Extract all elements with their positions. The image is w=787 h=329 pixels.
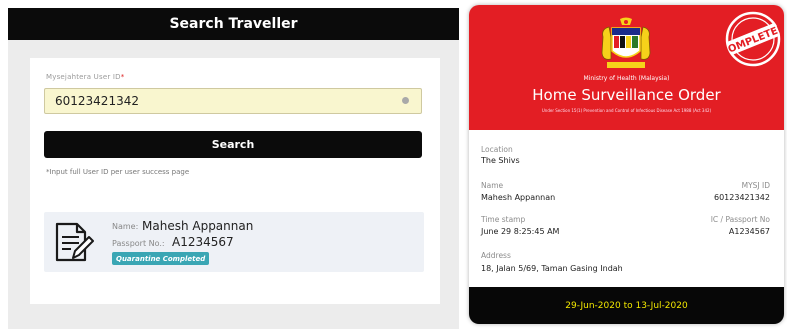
timestamp-label: Time stamp: [481, 215, 526, 224]
completed-stamp: COMPLETED: [724, 11, 782, 67]
user-id-label: Mysejahtera User ID*: [46, 73, 125, 81]
home-surveillance-order-card: COMPLETED Ministry of Health (Malaysia) …: [469, 5, 784, 324]
result-name-value: Mahesh Appannan: [142, 219, 254, 233]
mysj-id-label: MYSJ ID: [741, 181, 770, 190]
location-value: The Shivs: [481, 156, 520, 165]
search-button[interactable]: Search: [44, 131, 422, 158]
quarantine-date-range: 29-Jun-2020 to 13-Jul-2020: [469, 287, 784, 324]
search-traveller-header: Search Traveller: [8, 8, 459, 40]
ic-passport-label: IC / Passport No: [710, 215, 770, 224]
name-value: Mahesh Appannan: [481, 193, 556, 202]
search-hint: *Input full User ID per user success pag…: [46, 168, 190, 176]
document-edit-icon: [55, 222, 94, 262]
malaysia-coat-of-arms-icon: [601, 17, 651, 68]
result-passport-value: A1234567: [172, 235, 234, 249]
address-label: Address: [481, 251, 511, 260]
result-passport-label: Passport No.:: [112, 239, 165, 248]
order-subtitle: Under Section 15(1) Prevention and Contr…: [541, 108, 712, 113]
ic-passport-value: A1234567: [728, 227, 770, 236]
location-label: Location: [481, 145, 513, 154]
result-name-label: Name:: [112, 222, 139, 231]
address-value: 18, Jalan 5/69, Taman Gasing Indah: [481, 264, 623, 273]
status-badge: Quarantine Completed: [112, 252, 210, 265]
mysj-id-value: 60123421342: [714, 193, 770, 202]
name-label: Name: [481, 181, 504, 190]
ministry-label: Ministry of Health (Malaysia): [583, 75, 670, 82]
order-title: Home Surveillance Order: [532, 86, 721, 104]
timestamp-value: June 29 8:25:45 AM: [481, 227, 560, 236]
user-id-input[interactable]: [44, 88, 422, 114]
input-status-dot-icon: [402, 97, 409, 104]
